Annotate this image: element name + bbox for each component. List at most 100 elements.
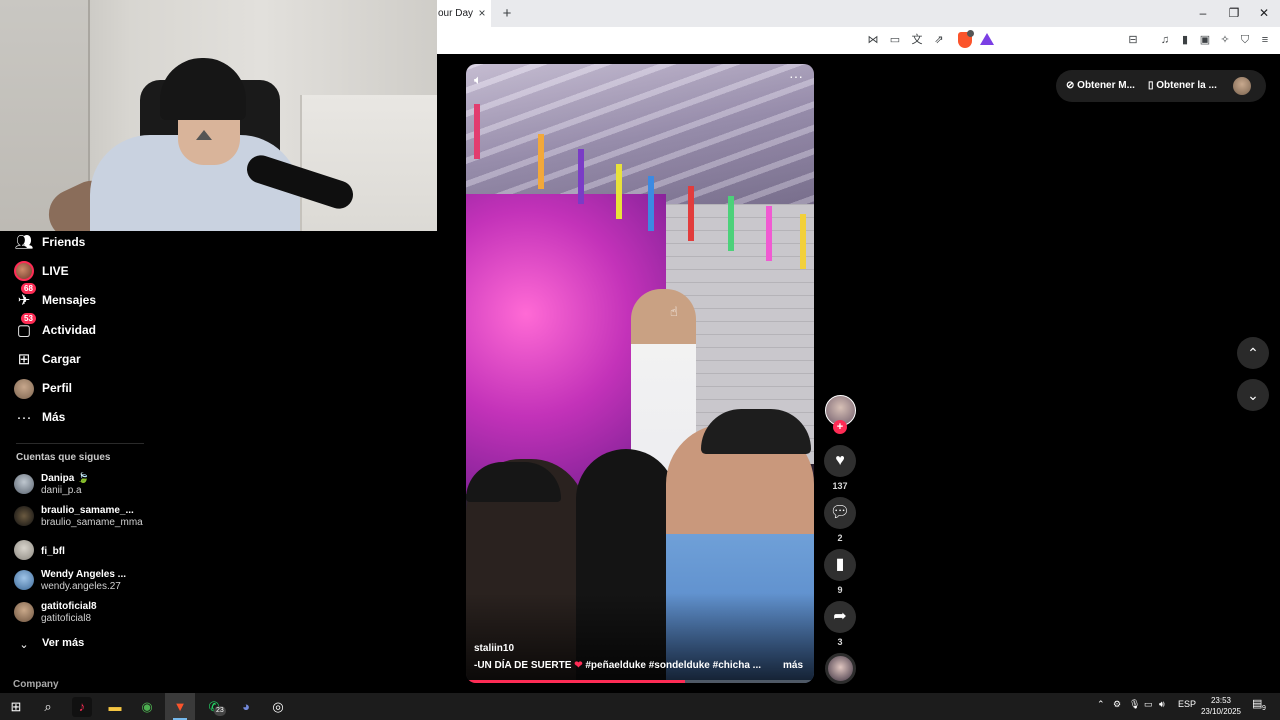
close-window-button[interactable]: ✕: [1249, 0, 1279, 27]
media-icon[interactable]: ♫: [1157, 32, 1173, 48]
notifications-icon[interactable]: ▤: [1252, 697, 1262, 710]
tray-app-icon[interactable]: ⚙: [1113, 699, 1121, 710]
share-icon[interactable]: ⇗: [931, 32, 947, 48]
notifications-count: 9: [1262, 705, 1266, 712]
video-author[interactable]: staliin10: [474, 643, 514, 654]
tab-close-icon[interactable]: ×: [475, 0, 489, 27]
translate-icon[interactable]: 文: [909, 32, 925, 48]
share-button[interactable]: ➦: [824, 601, 856, 633]
speaker-icon[interactable]: 🔊︎: [1159, 699, 1165, 710]
caption-text: -UN DÍA DE SUERTE: [474, 660, 575, 671]
next-video-button[interactable]: ⌄: [1237, 379, 1269, 411]
discord-icon[interactable]: ◕: [236, 697, 256, 717]
messages-icon: ✈: [17, 292, 31, 309]
get-coins-button[interactable]: ⊘ Obtener M...: [1066, 70, 1135, 102]
vpn-icon[interactable]: ⛉: [1237, 32, 1253, 48]
volume-icon[interactable]: 🔈︎: [474, 72, 492, 88]
video-scene-flag: [728, 196, 734, 251]
browser-toolbar: ⋈ ▭ 文 ⇗ ⊟ ♫ ▮ ▣ ✧ ⛉ ≡: [437, 27, 1280, 54]
sidebar-item-live[interactable]: LIVE: [14, 260, 154, 284]
sidebar-item-label: Friends: [42, 235, 86, 249]
caption-hashtags[interactable]: #peñaelduke #sondelduke #chicha ...: [585, 660, 761, 671]
maximize-button[interactable]: ❐: [1219, 0, 1249, 27]
following-item[interactable]: braulio_samame_... braulio_samame_mma: [14, 503, 160, 531]
screen: our Day × + – ❐ ✕ ⋈ ▭ 文 ⇗ ⊟ ♫ ▮ ▣ ✧ ⛉ ≡ …: [0, 0, 1280, 720]
comment-count: 2: [837, 533, 843, 543]
network-icon[interactable]: ▭: [1144, 699, 1153, 710]
chrome-icon[interactable]: ◉: [137, 697, 157, 717]
upload-icon: ⊞: [17, 351, 31, 368]
clock-date: 23/10/2025: [1200, 707, 1242, 716]
activity-badge: 53: [21, 313, 36, 324]
video-scene-flag: [688, 186, 694, 241]
previous-video-button[interactable]: ⌃: [1237, 337, 1269, 369]
video-progress-bar[interactable]: [466, 680, 814, 683]
tray-chevron-icon[interactable]: ⌃: [1097, 699, 1105, 710]
sidebar-item-profile[interactable]: Perfil: [14, 377, 154, 401]
obs-icon[interactable]: ◎: [268, 697, 288, 717]
sidebar-item-label: Más: [42, 410, 66, 424]
following-title: Cuentas que sigues: [16, 452, 111, 463]
microphone-icon[interactable]: 🎙︎: [1129, 699, 1140, 710]
language-indicator[interactable]: ESP: [1178, 699, 1196, 709]
menu-icon[interactable]: ≡: [1257, 32, 1273, 48]
new-tab-button[interactable]: +: [499, 0, 515, 27]
brave-rewards-icon[interactable]: [980, 33, 994, 45]
tab-search-icon[interactable]: ⊟: [1125, 32, 1141, 48]
following-name: gatitoficial8: [41, 601, 97, 612]
caption-more-button[interactable]: más: [783, 660, 803, 671]
coin-icon: ⊘: [1066, 80, 1078, 91]
company-link[interactable]: Company: [13, 679, 59, 690]
sidebar-toggle-icon[interactable]: ▮: [1177, 32, 1193, 48]
webcam-overlay: [0, 0, 437, 231]
wallet-icon[interactable]: ▣: [1197, 32, 1213, 48]
browser-tab[interactable]: our Day ×: [437, 0, 491, 27]
windows-start-icon[interactable]: ⊞: [6, 697, 26, 717]
user-avatar[interactable]: [1233, 77, 1251, 95]
sidebar-item-upload[interactable]: ⊞ Cargar: [14, 348, 154, 372]
following-avatar: [14, 474, 34, 494]
video-player[interactable]: 🔈︎ ··· ☝︎ staliin10 -UN DÍA DE SUERTE ❤ …: [466, 64, 814, 683]
follow-plus-icon[interactable]: +: [833, 420, 847, 434]
cast-icon[interactable]: ▭: [887, 32, 903, 48]
video-caption: -UN DÍA DE SUERTE ❤ #peñaelduke #sondeld…: [474, 660, 761, 671]
activity-icon: ▢: [16, 322, 32, 339]
following-item[interactable]: fi_bfl: [14, 537, 160, 565]
like-button[interactable]: ♥: [824, 445, 856, 477]
comment-button[interactable]: 💬︎: [824, 497, 856, 529]
see-more-button[interactable]: ⌄ Ver más: [14, 635, 154, 655]
get-app-button[interactable]: ▯ Obtener la ...: [1148, 70, 1217, 102]
brave-shields-icon[interactable]: [958, 30, 974, 48]
music-disc-avatar[interactable]: [825, 653, 856, 684]
more-options-icon[interactable]: ···: [786, 69, 806, 86]
search-icon[interactable]: ⌕: [38, 697, 58, 717]
sidebar-item-label: Mensajes: [42, 293, 97, 307]
tiktok-app-icon[interactable]: ♪: [72, 697, 92, 717]
following-handle: wendy.angeles.27: [41, 581, 121, 592]
following-item[interactable]: gatitoficial8 gatitoficial8: [14, 599, 160, 627]
sidebar-item-more[interactable]: ··· Más: [14, 406, 154, 430]
sidebar-item-friends[interactable]: 👥︎ Friends: [14, 231, 154, 255]
following-item[interactable]: Wendy Angeles ... wendy.angeles.27: [14, 567, 160, 595]
save-button[interactable]: ▮: [824, 549, 856, 581]
webcam-shelf: [300, 95, 437, 231]
following-name: Danipa 🍃: [41, 473, 90, 484]
following-name: braulio_samame_...: [41, 505, 134, 516]
leo-ai-icon[interactable]: ✧: [1217, 32, 1233, 48]
reader-mode-icon[interactable]: ⋈: [865, 32, 881, 48]
minimize-button[interactable]: –: [1188, 0, 1218, 27]
sidebar-item-activity[interactable]: ▢ 53 Actividad: [14, 313, 154, 343]
following-item[interactable]: Danipa 🍃 danii_p.a: [14, 471, 160, 499]
clock[interactable]: 23:53 23/10/2025: [1196, 695, 1246, 717]
share-count: 3: [837, 637, 843, 647]
comment-icon: 💬︎: [829, 504, 851, 521]
more-icon: ···: [16, 409, 32, 426]
video-scene-flag: [474, 104, 480, 159]
sidebar-item-messages[interactable]: ✈ 68 Mensajes: [14, 283, 154, 313]
sidebar-item-label: Perfil: [42, 381, 73, 395]
brave-browser-icon[interactable]: ▼: [170, 697, 190, 717]
file-explorer-icon[interactable]: ▬: [105, 697, 125, 717]
video-scene-flag: [800, 214, 806, 269]
sidebar-item-label: Actividad: [42, 323, 97, 337]
following-name: fi_bfl: [41, 546, 65, 557]
